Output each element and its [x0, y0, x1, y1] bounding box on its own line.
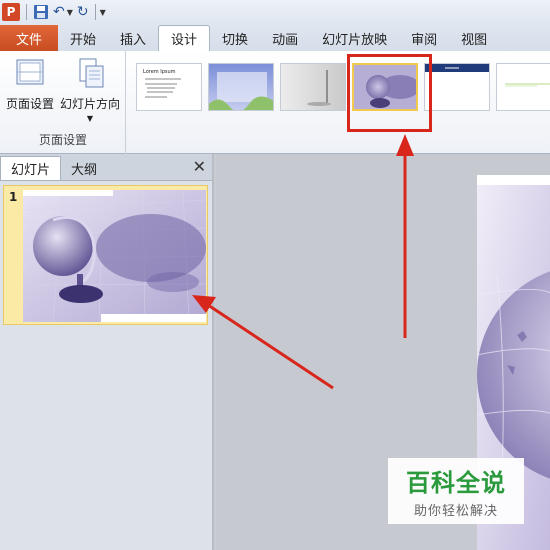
divider [26, 4, 27, 20]
tab-insert[interactable]: 插入 [108, 25, 158, 51]
ribbon-tabs: 文件 开始 插入 设计 切换 动画 幻灯片放映 审阅 视图 [0, 24, 550, 51]
theme-green[interactable] [496, 63, 550, 111]
slide-number: 1 [9, 190, 18, 204]
page-setup-group: 页面设置 幻灯片方向 ▼ 页面设置 [0, 51, 126, 154]
tab-outline[interactable]: 大纲 [61, 156, 107, 180]
watermark-title: 百科全说 [406, 469, 506, 497]
theme-gallery: Lorem Ipsum [132, 59, 550, 119]
tab-view[interactable]: 视图 [449, 25, 499, 51]
slides-pane: 幻灯片 大纲 ✕ 1 [0, 154, 214, 550]
tab-design[interactable]: 设计 [158, 25, 211, 51]
app-icon-letter: P [6, 5, 16, 19]
page-setup-icon [13, 57, 47, 89]
undo-icon[interactable]: ↶ [53, 2, 65, 22]
tab-slideshow[interactable]: 幻灯片放映 [310, 25, 399, 51]
divider [94, 4, 96, 20]
tab-slides[interactable]: 幻灯片 [0, 156, 62, 180]
ribbon-design: 页面设置 幻灯片方向 ▼ 页面设置 Lorem Ipsum [0, 51, 550, 154]
quick-access-toolbar: P ↶ ▼ ↻ ▼ [0, 0, 550, 24]
close-icon[interactable]: ✕ [193, 157, 206, 176]
tab-animations[interactable]: 动画 [260, 25, 310, 51]
slide-orientation-icon [73, 57, 107, 89]
group-label: 页面设置 [38, 133, 87, 147]
slide-thumbnail-selected[interactable] [3, 185, 208, 325]
powerpoint-icon[interactable]: P [2, 3, 20, 21]
undo-dropdown-icon[interactable]: ▼ [67, 2, 73, 22]
theme-globe[interactable] [352, 63, 418, 111]
page-setup-button[interactable]: 页面设置 [6, 57, 54, 112]
save-icon[interactable] [33, 2, 49, 22]
slide-orientation-label: 幻灯片方向 [60, 97, 121, 111]
watermark-subtitle: 助你轻松解决 [413, 504, 498, 519]
theme-office[interactable]: Lorem Ipsum [136, 63, 202, 111]
tab-review[interactable]: 审阅 [399, 25, 449, 51]
watermark-logo: 百科全说 助你轻松解决 [388, 458, 524, 524]
page-setup-label: 页面设置 [6, 97, 55, 111]
theme-pattern[interactable] [208, 63, 274, 111]
pane-tabs: 幻灯片 大纲 ✕ [0, 154, 212, 181]
slide-thumbnail[interactable] [23, 190, 206, 322]
redo-icon[interactable]: ↻ [77, 2, 89, 22]
theme-grey[interactable] [280, 63, 346, 111]
tab-transitions[interactable]: 切换 [210, 25, 260, 51]
chevron-down-icon: ▼ [86, 114, 94, 123]
tab-home[interactable]: 开始 [58, 25, 108, 51]
theme-title-text: Lorem Ipsum [143, 69, 176, 75]
tab-file[interactable]: 文件 [0, 25, 58, 51]
theme-blue-header[interactable] [424, 63, 490, 111]
slide-orientation-button[interactable]: 幻灯片方向 ▼ [60, 57, 120, 123]
customize-icon[interactable]: ▼ [100, 2, 106, 22]
